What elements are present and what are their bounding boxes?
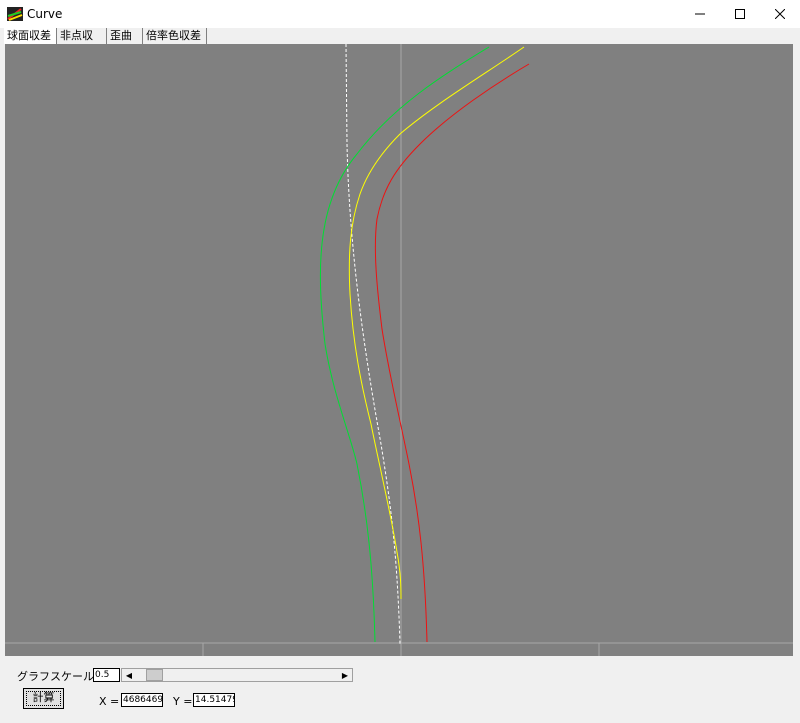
red-curve — [374, 63, 530, 643]
x-label: X = — [99, 695, 120, 708]
calculate-button[interactable]: 計算 — [23, 688, 64, 709]
tab-spherical-aberration[interactable]: 球面収差 — [4, 28, 57, 44]
minimize-icon — [695, 13, 705, 15]
tab-bar: 球面収差 非点収差 歪曲 倍率色収差 — [0, 28, 800, 58]
x-value-field: 4686469 — [121, 693, 163, 707]
scrollbar-thumb[interactable] — [146, 669, 163, 681]
app-icon — [7, 7, 23, 21]
tab-distortion[interactable]: 歪曲 — [107, 28, 143, 44]
y-label: Y = — [173, 695, 193, 708]
y-value-field: 14.51479 — [193, 693, 235, 707]
tab-astigmatism[interactable]: 非点収差 — [57, 28, 107, 58]
maximize-button[interactable] — [720, 0, 760, 28]
maximize-icon — [735, 9, 745, 19]
scroll-right-icon[interactable]: ▶ — [338, 669, 352, 681]
graph-scale-label: グラフスケール: — [17, 670, 98, 683]
title-bar: Curve — [0, 0, 800, 28]
close-button[interactable] — [760, 0, 800, 28]
scroll-left-icon[interactable]: ◀ — [122, 669, 136, 681]
green-curve — [319, 46, 490, 643]
aberration-graph — [5, 44, 793, 656]
tab-lateral-chromatic-aberration[interactable]: 倍率色収差 — [143, 28, 207, 44]
app-window: Curve 球面収差 非点収差 歪曲 倍率色収差 グラフ — [0, 0, 800, 723]
close-icon — [775, 9, 785, 19]
graph-scale-input[interactable]: 0.5 — [93, 668, 120, 682]
yellow-curve — [348, 46, 525, 600]
minimize-button[interactable] — [680, 0, 720, 28]
white-dashed-curve — [345, 44, 401, 645]
graph-scale-scrollbar[interactable]: ◀ ▶ — [121, 668, 353, 682]
graph-canvas — [5, 44, 793, 656]
control-panel: グラフスケール: 0.5 ◀ ▶ 計算 X = 4686469 Y = 14.5… — [0, 656, 800, 723]
window-title: Curve — [27, 7, 63, 21]
